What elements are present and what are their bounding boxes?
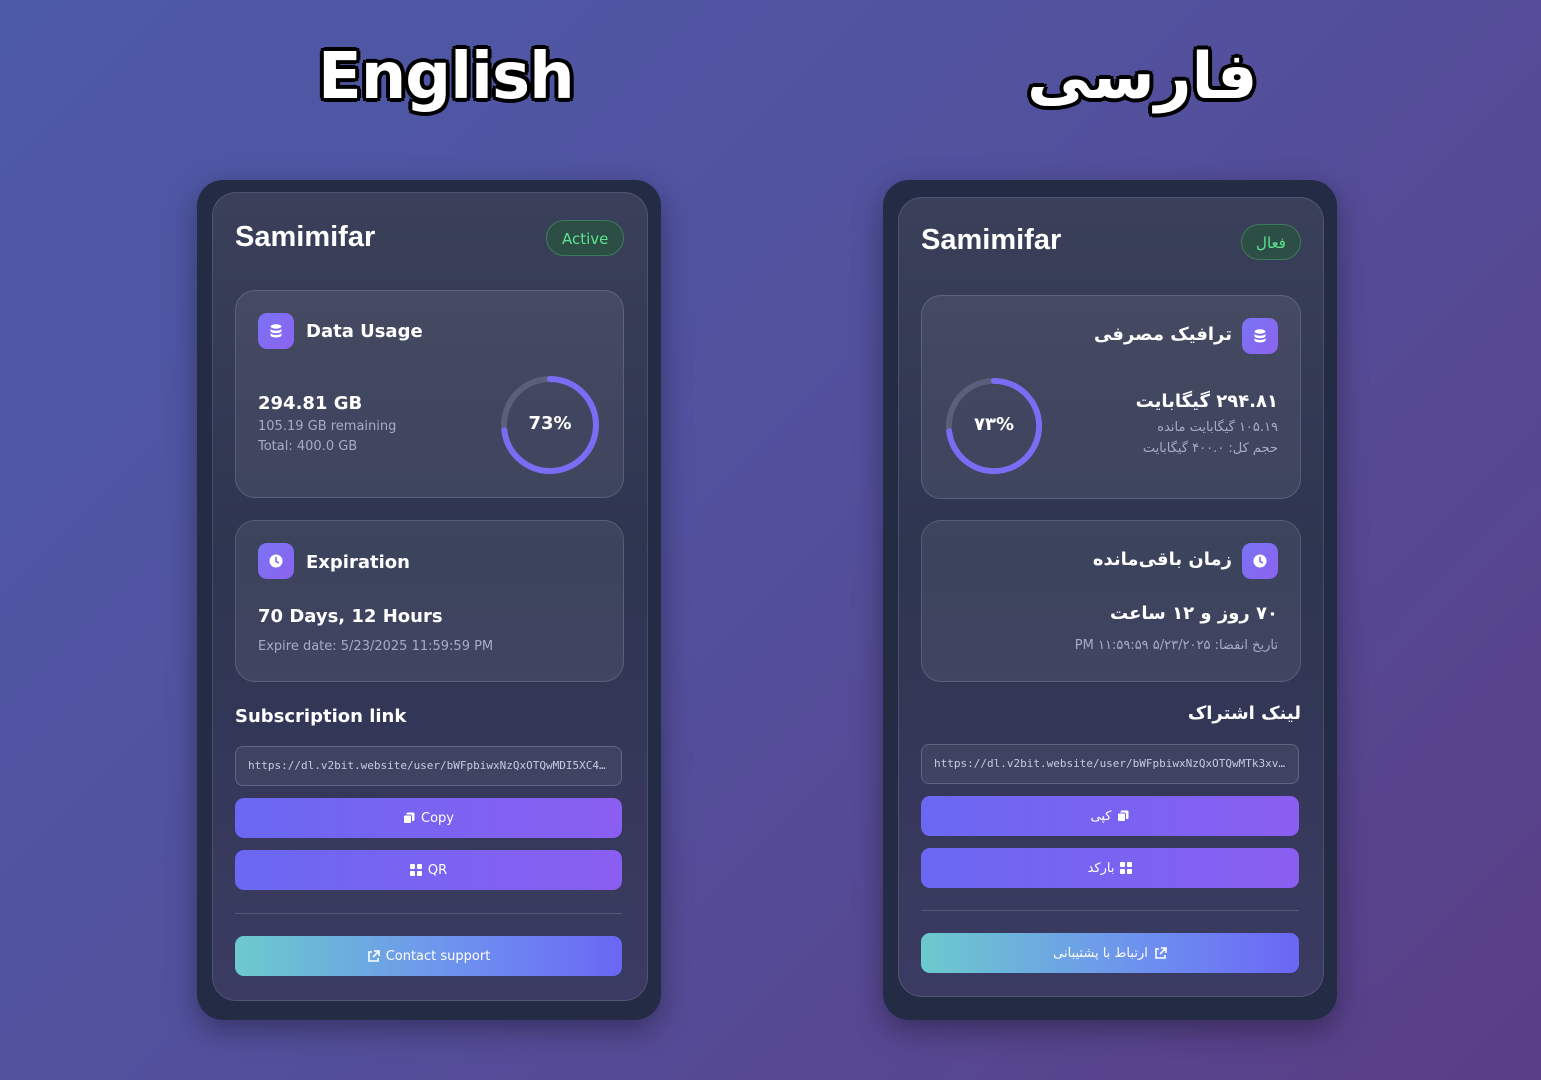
data-used-value: 294.81 GB [258,393,363,414]
usage-percent: ۷۳% [973,414,1014,435]
copy-label: کپی [1090,808,1112,824]
english-card: Samimifar Active Data Usage 294.81 GB 10… [212,192,648,1001]
qr-grid-icon [409,864,422,876]
status-badge: فعال [1241,224,1301,260]
clock-icon [258,543,294,579]
english-heading: English [318,40,575,114]
expiration-remaining: ۷۰ روز و ۱۲ ساعت [1110,603,1278,624]
subscription-title: لینک اشتراک [1187,703,1301,724]
data-total: حجم کل: ۴۰۰.۰ گیگابایت [1142,441,1278,456]
qr-label: QR [427,862,448,878]
username-title: Samimifar [235,221,376,253]
support-label: ارتباط با پشتیبانی [1053,945,1148,961]
usage-percent: 73% [528,413,572,434]
copy-icon [403,812,415,824]
subscription-link-field[interactable]: https://dl.v2bit.website/user/bWFpbiwxNz… [235,746,622,786]
qr-grid-icon [1120,862,1133,874]
expire-date: Expire date: 5/23/2025 11:59:59 PM [258,639,494,654]
subscription-title: Subscription link [235,706,407,727]
data-usage-panel: Data Usage 294.81 GB 105.19 GB remaining… [235,290,624,498]
data-remaining: ۱۰۵.۱۹ گیگابایت مانده [1157,420,1278,435]
qr-button[interactable]: QR [235,850,622,890]
data-usage-title: Data Usage [306,321,423,342]
status-badge: Active [546,220,625,256]
external-link-icon [1154,946,1167,960]
database-icon [1242,318,1278,354]
expiration-remaining: 70 Days, 12 Hours [258,606,443,627]
qr-button[interactable]: بارکد [921,848,1299,888]
clock-icon [1242,543,1278,579]
expiration-panel: زمان باقی‌مانده ۷۰ روز و ۱۲ ساعت تاریخ ا… [921,520,1301,682]
contact-support-button[interactable]: ارتباط با پشتیبانی [921,933,1299,973]
copy-button[interactable]: کپی [921,796,1299,836]
contact-support-button[interactable]: Contact support [235,936,622,976]
expiration-title: Expiration [306,552,410,573]
subscription-link-field[interactable]: https://dl.v2bit.website/user/bWFpbiwxNz… [921,744,1299,784]
data-remaining: 105.19 GB remaining [258,419,397,434]
data-usage-panel: ترافیک مصرفی ۲۹۴.۸۱ گیگابایت ۱۰۵.۱۹ گیگا… [921,295,1301,499]
support-label: Contact support [385,948,491,964]
expiration-panel: Expiration 70 Days, 12 Hours Expire date… [235,520,624,682]
data-used-value: ۲۹۴.۸۱ گیگابایت [1135,391,1278,412]
divider [921,910,1299,911]
copy-icon [1117,810,1129,822]
qr-label: بارکد [1087,860,1115,876]
copy-button[interactable]: Copy [235,798,622,838]
username-title: Samimifar [921,224,1062,256]
farsi-heading: فارسی [1027,40,1258,114]
divider [235,913,622,914]
database-icon [258,313,294,349]
farsi-card: Samimifar فعال ترافیک مصرفی ۲۹۴.۸۱ گیگاب… [898,197,1324,997]
data-total: Total: 400.0 GB [258,439,358,454]
expiration-title: زمان باقی‌مانده [1092,549,1232,570]
data-usage-title: ترافیک مصرفی [1093,324,1232,345]
expire-date: تاریخ انقضا: ۵/۲۳/۲۰۲۵ ۱۱:۵۹:۵۹ PM [1074,638,1278,653]
copy-label: Copy [421,810,454,826]
external-link-icon [367,949,380,963]
